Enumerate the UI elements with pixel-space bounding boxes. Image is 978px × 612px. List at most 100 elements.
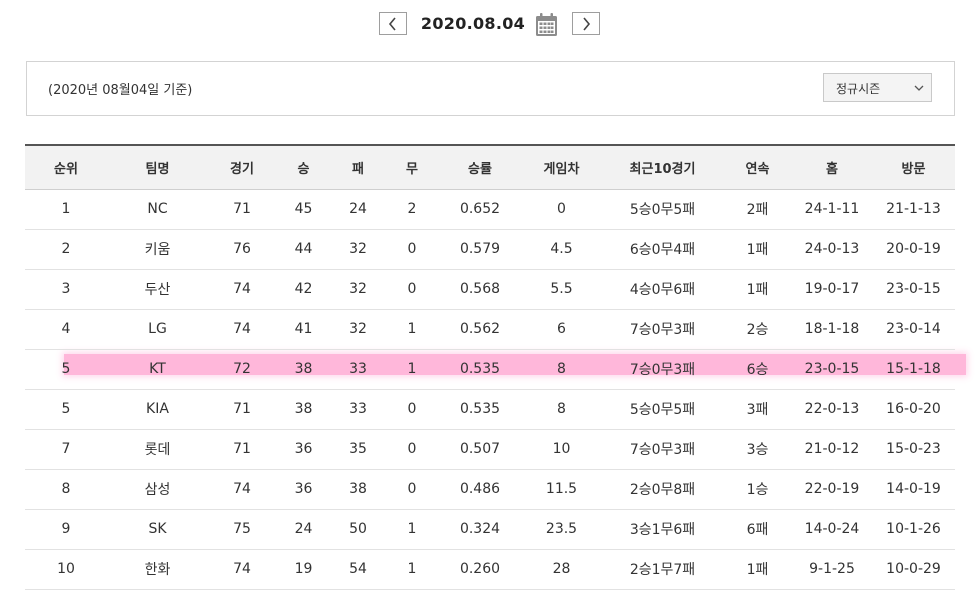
cell-home: 22-0-19 xyxy=(792,469,872,510)
cell-home: 14-0-24 xyxy=(792,509,872,550)
cell-team: 키움 xyxy=(107,229,208,270)
cell-losses: 35 xyxy=(331,429,385,470)
cell-games: 74 xyxy=(208,469,276,510)
cell-draws: 0 xyxy=(385,229,439,270)
cell-away: 16-0-20 xyxy=(872,389,955,430)
table-row: 9 SK 75 24 50 1 0.324 23.5 3승1무6패 6패 14-0-24 10-1-2… xyxy=(25,509,955,550)
header-draws[interactable]: 무 xyxy=(385,144,439,190)
cell-win-pct: 0.486 xyxy=(439,469,521,510)
cell-rank: 4 xyxy=(25,309,107,350)
cell-wins: 19 xyxy=(276,549,331,590)
header-losses[interactable]: 패 xyxy=(331,144,385,190)
cell-wins: 41 xyxy=(276,309,331,350)
cell-home: 9-1-25 xyxy=(792,549,872,590)
cell-games: 71 xyxy=(208,389,276,430)
chevron-left-icon xyxy=(388,16,396,31)
season-select[interactable]: 정규시즌 xyxy=(823,73,932,102)
cell-games: 76 xyxy=(208,229,276,270)
cell-games: 74 xyxy=(208,269,276,310)
table-row: 3 두산 74 42 32 0 0.568 5.5 4승0무6패 1패 19-0-17 23-0-15 xyxy=(25,269,955,310)
cell-streak: 3패 xyxy=(723,389,792,430)
cell-win-pct: 0.535 xyxy=(439,349,521,390)
cell-team: 롯데 xyxy=(107,429,208,470)
cell-games-behind: 8 xyxy=(521,389,602,430)
cell-home: 21-0-12 xyxy=(792,429,872,470)
calendar-icon[interactable] xyxy=(535,12,558,37)
cell-games-behind: 28 xyxy=(521,549,602,590)
cell-last-10: 7승0무3패 xyxy=(602,349,723,390)
cell-last-10: 5승0무5패 xyxy=(602,189,723,230)
cell-games-behind: 5.5 xyxy=(521,269,602,310)
current-date: 2020.08.04 xyxy=(420,14,526,33)
cell-away: 23-0-14 xyxy=(872,309,955,350)
cell-home: 19-0-17 xyxy=(792,269,872,310)
cell-away: 10-0-29 xyxy=(872,549,955,590)
header-team[interactable]: 팀명 xyxy=(107,144,208,190)
cell-games-behind: 10 xyxy=(521,429,602,470)
header-win-pct[interactable]: 승률 xyxy=(439,144,521,190)
chevron-down-icon xyxy=(914,85,924,91)
table-row: 5 KT 72 38 33 1 0.535 8 7승0무3패 6승 23-0-15 15-1-18 xyxy=(25,349,955,390)
cell-home: 18-1-18 xyxy=(792,309,872,350)
header-games-behind[interactable]: 게임차 xyxy=(521,144,602,190)
header-last-10[interactable]: 최근10경기 xyxy=(602,144,723,190)
cell-draws: 0 xyxy=(385,429,439,470)
cell-streak: 1승 xyxy=(723,469,792,510)
cell-wins: 45 xyxy=(276,189,331,230)
header-home[interactable]: 홈 xyxy=(792,144,872,190)
cell-last-10: 6승0무4패 xyxy=(602,229,723,270)
cell-losses: 32 xyxy=(331,229,385,270)
header-rank[interactable]: 순위 xyxy=(25,144,107,190)
cell-games-behind: 8 xyxy=(521,349,602,390)
cell-games-behind: 0 xyxy=(521,189,602,230)
cell-win-pct: 0.260 xyxy=(439,549,521,590)
cell-draws: 1 xyxy=(385,309,439,350)
cell-team: KT xyxy=(107,349,208,390)
cell-rank: 3 xyxy=(25,269,107,310)
table-header-row: 순위 팀명 경기 승 패 무 승률 게임차 최근10경기 연속 홈 방문 xyxy=(25,144,955,190)
cell-games: 74 xyxy=(208,309,276,350)
cell-losses: 32 xyxy=(331,309,385,350)
filter-box: (2020년 08월04일 기준) 정규시즌 xyxy=(26,61,955,116)
cell-games: 71 xyxy=(208,429,276,470)
prev-date-button[interactable] xyxy=(379,12,407,35)
cell-rank: 8 xyxy=(25,469,107,510)
cell-rank: 2 xyxy=(25,229,107,270)
cell-win-pct: 0.324 xyxy=(439,509,521,550)
cell-win-pct: 0.535 xyxy=(439,389,521,430)
cell-team: 한화 xyxy=(107,549,208,590)
cell-team: NC xyxy=(107,189,208,230)
table-row: 1 NC 71 45 24 2 0.652 0 5승0무5패 2패 24-1-11 21-1-13 xyxy=(25,189,955,230)
cell-rank: 5 xyxy=(25,389,107,430)
cell-rank: 5 xyxy=(25,349,107,390)
cell-home: 24-1-11 xyxy=(792,189,872,230)
table-row: 7 롯데 71 36 35 0 0.507 10 7승0무3패 3승 21-0-12 15-0-23 xyxy=(25,429,955,470)
cell-wins: 38 xyxy=(276,349,331,390)
table-row: 2 키움 76 44 32 0 0.579 4.5 6승0무4패 1패 24-0-13 20-0-19 xyxy=(25,229,955,270)
cell-wins: 44 xyxy=(276,229,331,270)
cell-wins: 36 xyxy=(276,429,331,470)
cell-games-behind: 4.5 xyxy=(521,229,602,270)
table-row: 5 KIA 71 38 33 0 0.535 8 5승0무5패 3패 22-0-13 16-0-20 xyxy=(25,389,955,430)
cell-losses: 33 xyxy=(331,389,385,430)
header-games[interactable]: 경기 xyxy=(208,144,276,190)
cell-losses: 50 xyxy=(331,509,385,550)
cell-away: 14-0-19 xyxy=(872,469,955,510)
header-streak[interactable]: 연속 xyxy=(723,144,792,190)
header-wins[interactable]: 승 xyxy=(276,144,331,190)
cell-streak: 2승 xyxy=(723,309,792,350)
header-away[interactable]: 방문 xyxy=(872,144,955,190)
cell-last-10: 7승0무3패 xyxy=(602,429,723,470)
table-row: 8 삼성 74 36 38 0 0.486 11.5 2승0무8패 1승 22-0-19 14-0-1… xyxy=(25,469,955,510)
next-date-button[interactable] xyxy=(572,12,600,35)
cell-last-10: 2승0무8패 xyxy=(602,469,723,510)
cell-streak: 6패 xyxy=(723,509,792,550)
cell-home: 24-0-13 xyxy=(792,229,872,270)
cell-last-10: 7승0무3패 xyxy=(602,309,723,350)
cell-losses: 32 xyxy=(331,269,385,310)
cell-wins: 42 xyxy=(276,269,331,310)
cell-team: 두산 xyxy=(107,269,208,310)
cell-team: 삼성 xyxy=(107,469,208,510)
cell-streak: 6승 xyxy=(723,349,792,390)
cell-rank: 1 xyxy=(25,189,107,230)
